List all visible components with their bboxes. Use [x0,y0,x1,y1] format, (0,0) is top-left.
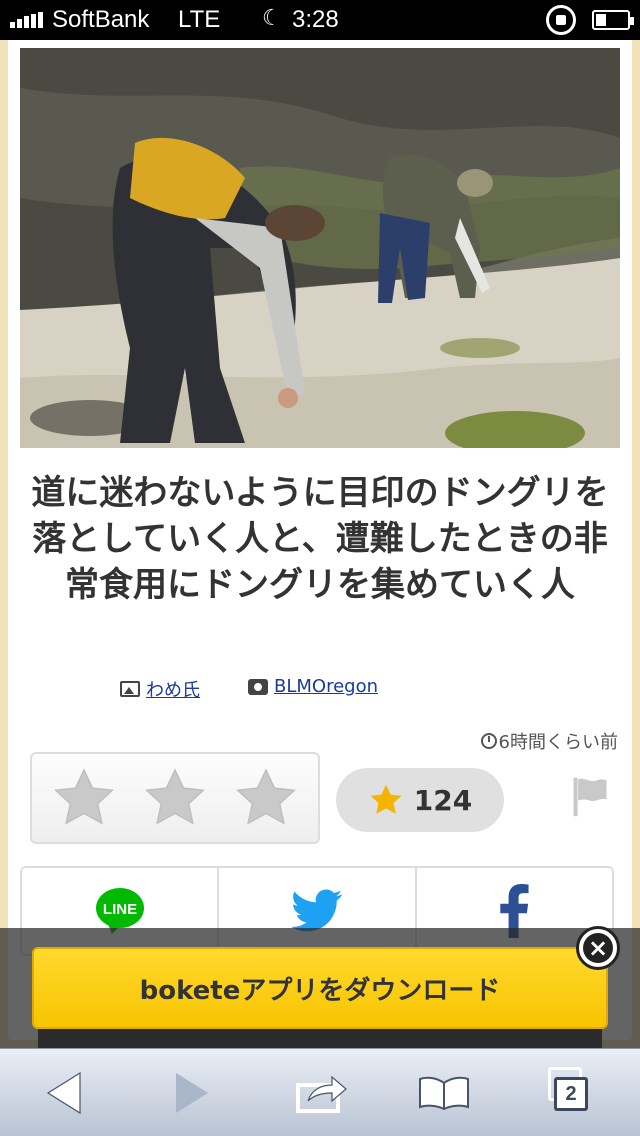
author-name: わめ氏 [146,680,200,701]
bookmarks-icon [419,1076,469,1111]
star-icon [370,784,402,814]
author-link[interactable]: わめ氏 [120,676,200,702]
moon-icon: ☾ [262,5,282,30]
clock-time: 3:28 [292,6,339,33]
post-timestamp: 6時間くらい前 [480,728,618,754]
star-icon[interactable] [51,765,117,831]
line-logo-text: LINE [103,901,137,918]
close-icon: × [583,933,613,963]
tabs-button[interactable]: 2 [540,1061,604,1125]
network-type: LTE [178,6,221,33]
browser-toolbar: 2 [0,1048,640,1136]
forward-button[interactable] [160,1061,224,1125]
star-count: 124 [413,783,473,817]
camera-icon [248,678,268,695]
rotation-lock-icon [546,5,576,35]
post-card: 道に迷わないように目印のドングリを落としていく人と、遭難したときの非常食用にドン… [8,40,632,1040]
battery-icon [592,10,634,30]
tab-count: 2 [554,1077,588,1111]
twitter-icon [290,889,343,932]
share-icon [296,1075,347,1113]
image-icon [120,681,140,697]
flag-icon[interactable] [568,774,612,818]
bookmarks-button[interactable] [412,1061,476,1125]
clock-icon [480,733,497,749]
photo-source-link[interactable]: BLMOregon [248,676,378,697]
star-icon[interactable] [142,765,208,831]
post-photo[interactable] [20,48,620,448]
back-button[interactable] [32,1061,96,1125]
rating-stars [30,752,320,844]
share-button[interactable] [290,1061,354,1125]
photo-source-name: BLMOregon [274,676,379,697]
star-icon[interactable] [233,765,299,831]
star-count-badge: 124 [336,768,504,832]
forward-icon [176,1073,208,1113]
status-bar: SoftBank LTE ☾ 3:28 [0,0,640,40]
post-caption: 道に迷わないように目印のドングリを落としていく人と、遭難したときの非常食用にドン… [31,473,609,605]
app-download-button[interactable]: boketeアプリをダウンロード [32,947,608,1029]
posted-ago: 6時間くらい前 [498,732,618,753]
back-icon [46,1071,81,1115]
carrier-name: SoftBank [52,6,150,33]
close-banner-button[interactable]: × [576,926,620,970]
